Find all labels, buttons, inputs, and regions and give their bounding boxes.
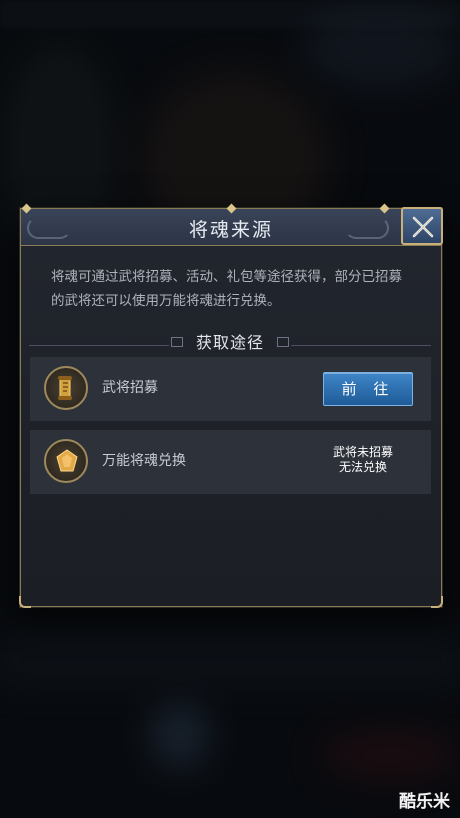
close-icon [412,216,434,238]
dialog-title-bar: 将魂来源 [21,203,441,246]
close-button[interactable] [401,207,443,245]
source-label: 武将招募 [102,380,158,396]
source-label: 万能将魂兑换 [102,453,186,469]
dialog-description: 将魂可通过武将招募、活动、礼包等途径获得，部分已招募的武将还可以使用万能将魂进行… [51,269,402,309]
exchange-status: 武将未招募 无法兑换 [323,445,403,475]
go-button[interactable]: 前 往 [323,372,413,406]
status-line: 武将未招募 [332,445,393,459]
soul-token-icon [44,439,88,483]
status-line: 无法兑换 [338,460,387,474]
watermark: 酷乐米 [399,792,450,812]
section-title: 获取途径 [195,333,264,352]
scroll-icon [44,366,88,410]
dialog-title: 将魂来源 [188,219,273,241]
source-row-recruit: 武将招募 前 往 [30,357,431,421]
soul-source-dialog: 将魂来源 将魂可通过武将招募、活动、礼包等途径获得，部分已招募的武将还可以使用万… [19,203,443,608]
section-header: 获取途径 [29,327,431,352]
source-row-exchange: 万能将魂兑换 武将未招募 无法兑换 [30,430,431,494]
